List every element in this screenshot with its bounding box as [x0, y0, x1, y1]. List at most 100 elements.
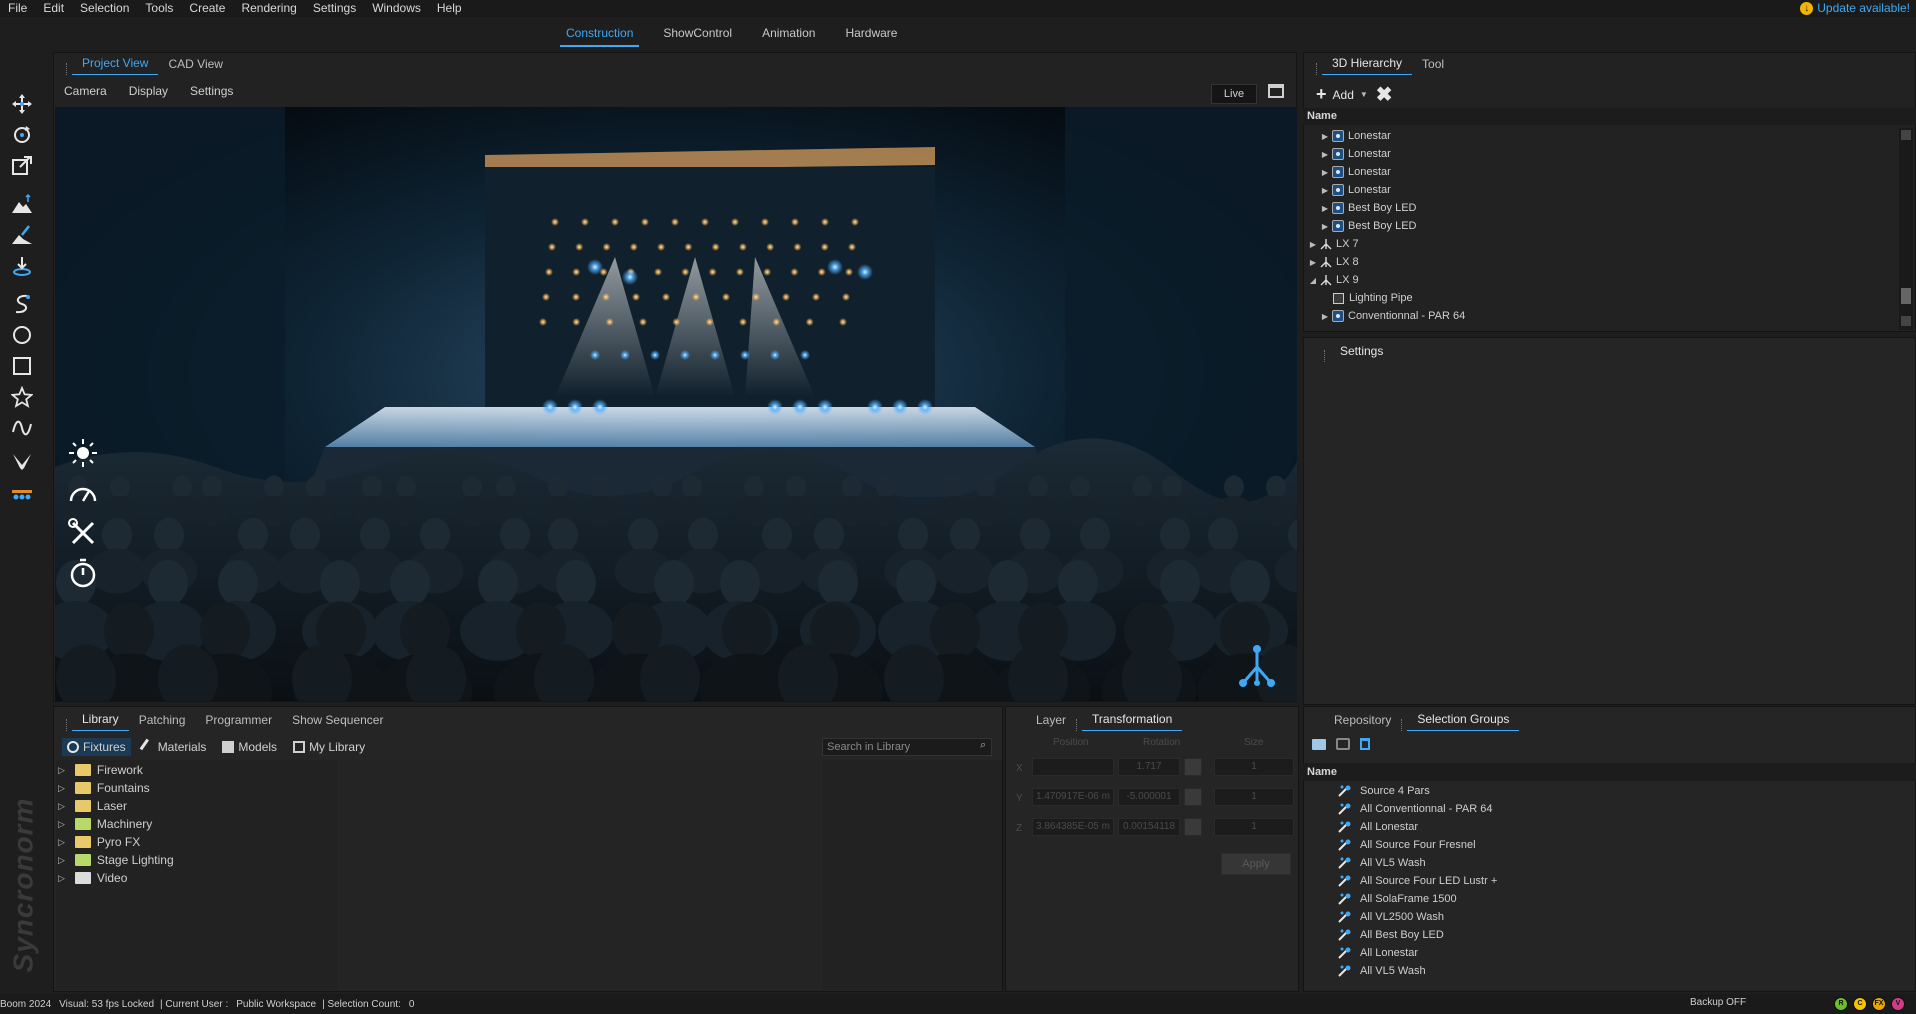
rotation-x-field[interactable]: 1.717 [1118, 758, 1180, 776]
library-folder-row[interactable]: ▷ Video [58, 869, 127, 887]
tab-patching[interactable]: Patching [129, 710, 196, 731]
expand-arrow-icon[interactable]: ▷ [58, 855, 65, 866]
viewport-settings-menu[interactable]: Settings [186, 84, 237, 98]
library-folder-row[interactable]: ▷ Laser [58, 797, 127, 815]
scroll-up-icon[interactable] [1901, 130, 1911, 140]
expand-arrow-icon[interactable]: ▷ [58, 819, 65, 830]
record-indicator-icon[interactable]: R [1834, 997, 1848, 1011]
update-available-link[interactable]: ↓ Update available! [1800, 1, 1910, 15]
terrain-raise-icon[interactable] [10, 192, 34, 216]
tab-animation[interactable]: Animation [756, 22, 821, 47]
selection-group-row[interactable]: All Lonestar [1338, 818, 1418, 836]
hierarchy-scrollbar[interactable] [1899, 128, 1913, 330]
menu-help[interactable]: Help [429, 0, 470, 17]
tab-layer[interactable]: Layer [1026, 710, 1076, 731]
size-x-field[interactable]: 1 [1214, 758, 1294, 776]
move-tool-icon[interactable] [10, 92, 34, 116]
hierarchy-row[interactable]: ◢ LX 9 [1308, 271, 1359, 289]
tab-tool[interactable]: Tool [1412, 54, 1454, 75]
panel-grip[interactable] [1316, 63, 1319, 75]
tab-programmer[interactable]: Programmer [195, 710, 282, 731]
expand-arrow-icon[interactable]: ▶ [1320, 168, 1330, 177]
library-folder-row[interactable]: ▷ Pyro FX [58, 833, 140, 851]
live-button[interactable]: Live [1211, 84, 1257, 104]
expand-arrow-icon[interactable]: ▷ [58, 873, 65, 884]
timer-icon[interactable] [67, 557, 99, 589]
tab-project-view[interactable]: Project View [72, 53, 159, 75]
menu-create[interactable]: Create [181, 0, 233, 17]
console-indicator-icon[interactable]: C [1853, 997, 1867, 1011]
expand-arrow-icon[interactable]: ▶ [1320, 132, 1330, 141]
selection-group-row[interactable]: All VL2500 Wash [1338, 908, 1444, 926]
selection-group-row[interactable]: All VL5 Wash [1338, 962, 1426, 980]
lock-x-toggle[interactable] [1184, 758, 1202, 776]
expand-arrow-icon[interactable]: ▷ [58, 765, 65, 776]
display-menu[interactable]: Display [125, 84, 172, 98]
rotate-tool-icon[interactable] [10, 123, 34, 147]
expand-arrow-icon[interactable]: ▶ [1320, 312, 1330, 321]
size-z-field[interactable]: 1 [1214, 818, 1294, 836]
fx-indicator-icon[interactable]: FX [1872, 997, 1886, 1011]
hierarchy-row[interactable]: ▶ Lonestar [1320, 145, 1391, 163]
hierarchy-row[interactable]: ▶ Best Boy LED [1320, 199, 1416, 217]
hierarchy-row[interactable]: ▶ Lonestar [1320, 181, 1391, 199]
selection-group-row[interactable]: All Source Four Fresnel [1338, 836, 1476, 854]
rectangle-tool-icon[interactable] [10, 354, 34, 378]
backup-status[interactable]: Backup OFF [1690, 997, 1746, 1008]
folder-icon[interactable] [1312, 738, 1326, 750]
selection-group-row[interactable]: All VL5 Wash [1338, 854, 1426, 872]
expand-arrow-icon[interactable]: ▶ [1308, 240, 1318, 249]
collapse-arrow-icon[interactable]: ◢ [1308, 276, 1318, 285]
expand-arrow-icon[interactable]: ▷ [58, 837, 65, 848]
selection-group-row[interactable]: All Conventionnal - PAR 64 [1338, 800, 1492, 818]
place-object-icon[interactable] [10, 254, 34, 278]
expand-arrow-icon[interactable]: ▷ [58, 783, 65, 794]
panel-grip[interactable] [66, 719, 69, 731]
tab-library[interactable]: Library [72, 709, 129, 731]
library-folder-row[interactable]: ▷ Stage Lighting [58, 851, 174, 869]
category-fixtures[interactable]: Fixtures [62, 738, 131, 756]
panel-grip[interactable] [66, 63, 69, 75]
hierarchy-navigator-icon[interactable] [1233, 643, 1281, 691]
rotation-z-field[interactable]: 0.00154118 [1118, 818, 1180, 836]
size-y-field[interactable]: 1 [1214, 788, 1294, 806]
circle-tool-icon[interactable] [10, 323, 34, 347]
tab-selection-groups[interactable]: Selection Groups [1407, 709, 1520, 731]
selection-group-row[interactable]: Source 4 Pars [1338, 782, 1430, 800]
scale-tool-icon[interactable] [10, 154, 34, 178]
apply-button[interactable]: Apply [1221, 853, 1291, 875]
menu-tools[interactable]: Tools [137, 0, 181, 17]
expand-arrow-icon[interactable]: ▶ [1320, 204, 1330, 213]
tab-hardware[interactable]: Hardware [839, 22, 903, 47]
hierarchy-row[interactable]: ▶ Best Boy LED [1320, 217, 1416, 235]
hierarchy-row[interactable]: ▶ LX 8 [1308, 253, 1359, 271]
tab-3d-hierarchy[interactable]: 3D Hierarchy [1322, 53, 1413, 75]
tab-show-sequencer[interactable]: Show Sequencer [282, 710, 393, 731]
trash-icon[interactable] [1360, 738, 1370, 750]
wave-tool-icon[interactable] [10, 416, 34, 440]
hierarchy-row[interactable]: ▶ Lonestar [1320, 163, 1391, 181]
panel-grip[interactable] [1076, 719, 1079, 731]
position-z-field[interactable]: 3.864385E-05 m [1032, 818, 1114, 836]
position-x-field[interactable] [1032, 758, 1114, 776]
camera-menu[interactable]: Camera [60, 84, 111, 98]
menu-settings[interactable]: Settings [305, 0, 364, 17]
menu-rendering[interactable]: Rendering [233, 0, 304, 17]
lighting-sun-icon[interactable] [67, 437, 99, 469]
panel-grip[interactable] [1324, 350, 1327, 362]
tab-showcontrol[interactable]: ShowControl [657, 22, 738, 47]
expand-arrow-icon[interactable]: ▶ [1320, 150, 1330, 159]
library-folder-row[interactable]: ▷ Fountains [58, 779, 150, 797]
library-folder-row[interactable]: ▷ Machinery [58, 815, 152, 833]
delete-x-icon[interactable]: ✖ [1376, 82, 1393, 107]
lock-z-toggle[interactable] [1184, 818, 1202, 836]
tab-cad-view[interactable]: CAD View [158, 54, 232, 75]
category-my-library[interactable]: My Library [288, 738, 370, 756]
hierarchy-row[interactable]: ▶ LX 7 [1308, 235, 1359, 253]
panel-grip[interactable] [1401, 719, 1404, 731]
terrain-paint-icon[interactable] [10, 223, 34, 247]
view-indicator-icon[interactable]: V [1891, 997, 1905, 1011]
tab-repository[interactable]: Repository [1324, 710, 1401, 731]
category-models[interactable]: Models [217, 738, 282, 756]
menu-edit[interactable]: Edit [35, 0, 72, 17]
